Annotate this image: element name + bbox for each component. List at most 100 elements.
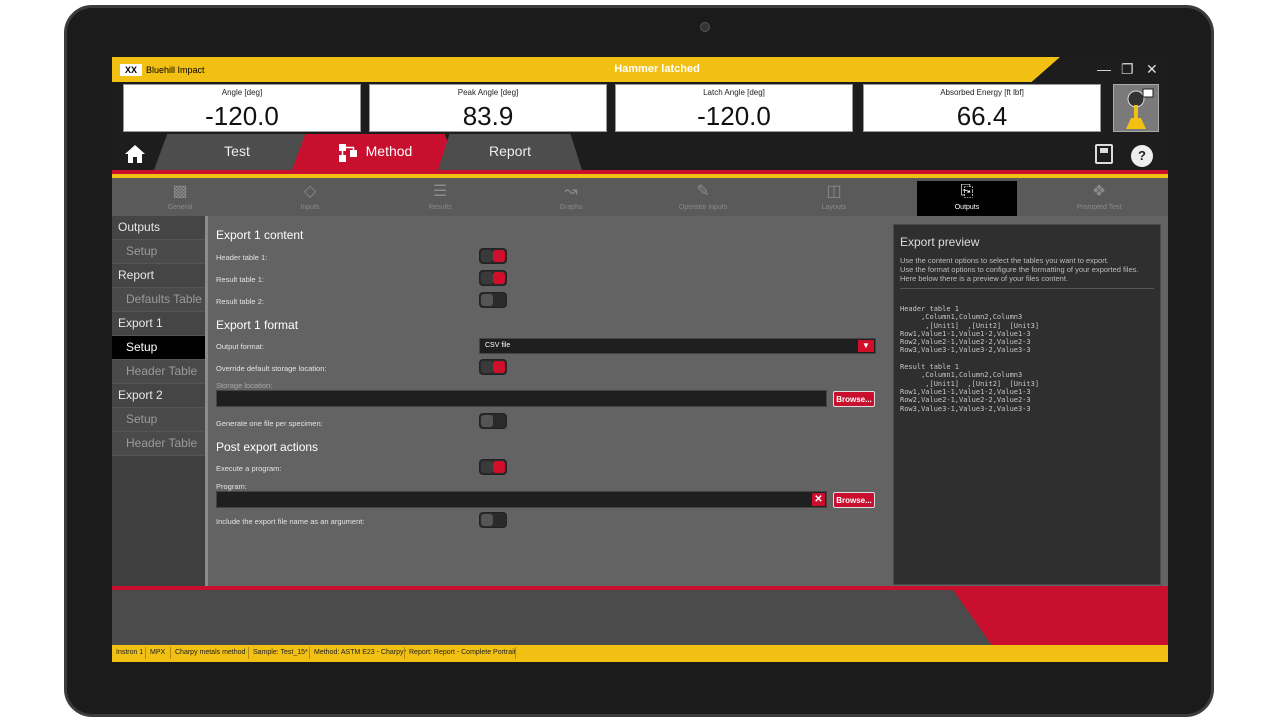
nav-export-2-header-table[interactable]: Header Table xyxy=(112,432,205,456)
close-icon[interactable]: ✕ xyxy=(1146,61,1158,77)
export-preview-title: Export preview xyxy=(900,235,980,249)
subtab-results[interactable]: ☰ Results xyxy=(389,181,491,216)
outputs-side-nav: Outputs Setup Report Defaults Table Expo… xyxy=(112,216,208,586)
status-sample: Sample: Test_15* xyxy=(253,649,308,656)
include-filename-toggle[interactable] xyxy=(479,512,507,528)
subtab-general[interactable]: ▩ General xyxy=(129,181,231,216)
subtab-label: Outputs xyxy=(954,204,980,211)
header-table-1-toggle[interactable] xyxy=(479,248,507,264)
preview-help-line: Use the format options to configure the … xyxy=(900,265,1139,274)
header-table-1-label: Header table 1: xyxy=(216,253,268,262)
nav-export-1-header-table[interactable]: Header Table xyxy=(112,360,205,384)
outputs-icon: ⎘ xyxy=(960,183,974,200)
status-separator xyxy=(248,647,249,659)
subtab-graphs[interactable]: ↝ Graphs xyxy=(520,181,622,216)
program-field[interactable] xyxy=(216,491,827,508)
status-method: Method: ASTM E23 - Charpy* xyxy=(314,649,407,656)
status-system: MPX xyxy=(150,649,166,656)
subtab-label: Results xyxy=(428,204,452,211)
footer-decoration xyxy=(112,586,1168,645)
readout-value: -120.0 xyxy=(205,101,279,131)
tab-method-label: Method xyxy=(365,143,413,159)
output-format-label: Output format: xyxy=(216,342,264,351)
tab-report[interactable]: Report xyxy=(438,134,582,170)
execute-program-label: Execute a program: xyxy=(216,464,282,473)
storage-location-label: Storage location: xyxy=(216,381,273,390)
chevron-down-icon: ▼ xyxy=(858,340,874,352)
instron-logo: XX xyxy=(120,64,142,76)
method-outputs-body: Outputs Setup Report Defaults Table Expo… xyxy=(112,216,1168,586)
status-separator xyxy=(404,647,405,659)
method-sub-tabs: ▩ General ◇ Inputs ☰ Results ↝ Graphs ✎ … xyxy=(112,178,1168,216)
subtab-label: Inputs xyxy=(300,204,320,211)
export-preview-content: Header table 1 ,Column1,Column2,Column3 … xyxy=(900,305,1040,413)
nav-export-1[interactable]: Export 1 xyxy=(112,312,205,336)
hammer-status-button[interactable] xyxy=(1113,84,1159,132)
restore-icon[interactable]: ❐ xyxy=(1121,61,1134,77)
program-browse-button[interactable]: Browse... xyxy=(833,492,875,508)
minimize-icon[interactable]: — xyxy=(1097,61,1111,77)
nav-report-defaults-table[interactable]: Defaults Table xyxy=(112,288,205,312)
subtab-operator-inputs[interactable]: ✎ Operator inputs xyxy=(652,181,754,216)
readout-angle[interactable]: Angle [deg] -120.0 xyxy=(123,84,361,132)
readout-label: Angle [deg] xyxy=(221,88,263,97)
subtab-label: Operator inputs xyxy=(678,204,728,211)
live-readouts: Angle [deg] -120.0 Peak Angle [deg] 83.9… xyxy=(112,82,1168,134)
readout-latch-angle[interactable]: Latch Angle [deg] -120.0 xyxy=(615,84,853,132)
subtab-outputs[interactable]: ⎘ Outputs xyxy=(917,181,1017,216)
prompted-test-icon: ❖ xyxy=(1091,183,1107,200)
include-filename-label: Include the export file name as an argum… xyxy=(216,517,365,526)
nav-outputs[interactable]: Outputs xyxy=(112,216,205,240)
status-method-name: Charpy metals method xyxy=(175,649,246,656)
tab-method[interactable]: Method xyxy=(292,134,458,170)
execute-program-toggle[interactable] xyxy=(479,459,507,475)
general-icon: ▩ xyxy=(172,183,188,200)
method-flow-icon xyxy=(338,141,358,162)
readout-label: Latch Angle [deg] xyxy=(703,88,765,97)
subtab-prompted-test[interactable]: ❖ Prompted Test xyxy=(1048,181,1150,216)
program-label: Program: xyxy=(216,482,247,491)
result-table-1-toggle[interactable] xyxy=(479,270,507,286)
section-post-export: Post export actions xyxy=(216,440,319,454)
readout-value: -120.0 xyxy=(697,101,771,131)
result-table-2-label: Result table 2: xyxy=(216,297,264,306)
status-bar: Instron 1 MPX Charpy metals method Sampl… xyxy=(112,645,1168,662)
readout-value: 83.9 xyxy=(462,101,514,131)
title-bar: XX Bluehill Impact Hammer latched — ❐ ✕ xyxy=(112,57,1168,82)
storage-location-field[interactable] xyxy=(216,390,827,407)
machine-status-title: Hammer latched xyxy=(614,63,700,75)
readout-label: Absorbed Energy [ft lbf] xyxy=(940,88,1024,97)
readout-value: 66.4 xyxy=(956,101,1008,131)
preview-help-line: Use the content options to select the ta… xyxy=(900,256,1109,265)
save-icon[interactable] xyxy=(1095,144,1113,164)
nav-export-2[interactable]: Export 2 xyxy=(112,384,205,408)
readout-label: Peak Angle [deg] xyxy=(457,88,519,97)
help-button[interactable]: ? xyxy=(1131,145,1153,167)
readout-absorbed-energy[interactable]: Absorbed Energy [ft lbf] 66.4 xyxy=(863,84,1101,132)
main-tab-bar: Test Method Report ? xyxy=(112,134,1168,174)
nav-export-1-setup[interactable]: Setup xyxy=(112,336,205,360)
app-name: Bluehill Impact xyxy=(146,65,205,75)
subtab-layouts[interactable]: ◫ Layouts xyxy=(783,181,885,216)
status-separator xyxy=(170,647,171,659)
subtab-inputs[interactable]: ◇ Inputs xyxy=(259,181,361,216)
preview-divider xyxy=(900,288,1154,289)
nav-report[interactable]: Report xyxy=(112,264,205,288)
subtab-label: Graphs xyxy=(559,204,583,211)
pendulum-hammer-icon xyxy=(1126,88,1154,129)
nav-export-2-setup[interactable]: Setup xyxy=(112,408,205,432)
operator-inputs-icon: ✎ xyxy=(696,183,710,200)
readout-peak-angle[interactable]: Peak Angle [deg] 83.9 xyxy=(369,84,607,132)
output-format-select[interactable]: CSV file ▼ xyxy=(479,338,876,354)
result-table-2-toggle[interactable] xyxy=(479,292,507,308)
home-icon[interactable] xyxy=(124,144,146,164)
override-storage-label: Override default storage location: xyxy=(216,364,327,373)
storage-browse-button[interactable]: Browse... xyxy=(833,391,875,407)
override-storage-toggle[interactable] xyxy=(479,359,507,375)
camera-dot xyxy=(700,22,710,32)
footer-red-accent xyxy=(953,590,1168,645)
nav-outputs-setup[interactable]: Setup xyxy=(112,240,205,264)
status-frame: Instron 1 xyxy=(116,649,144,656)
clear-icon[interactable]: ✕ xyxy=(812,493,825,506)
one-file-per-specimen-toggle[interactable] xyxy=(479,413,507,429)
